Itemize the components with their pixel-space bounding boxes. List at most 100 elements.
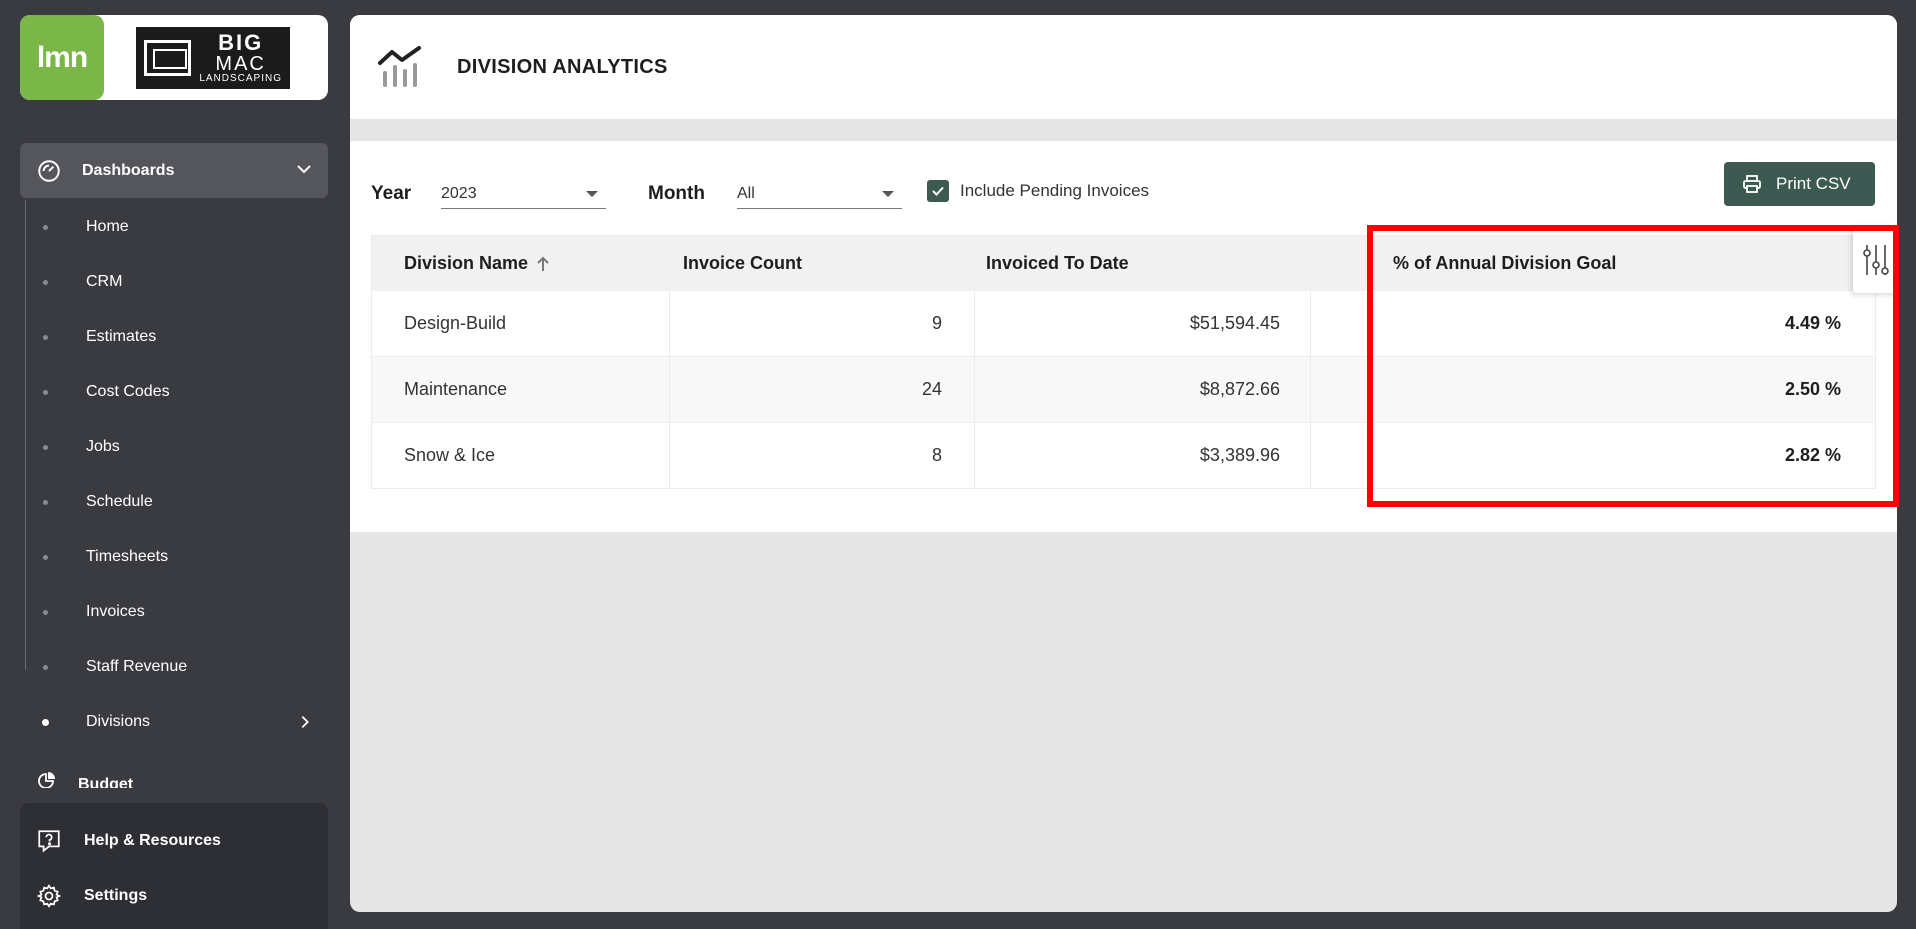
include-pending-label[interactable]: Include Pending Invoices	[960, 181, 1149, 201]
sidebar-item-schedule[interactable]: Schedule	[20, 487, 328, 517]
invoice-count-cell: 24	[921, 379, 942, 399]
sidebar-item-estimates[interactable]: Estimates	[20, 322, 328, 352]
sidebar-item-label: Dashboards	[82, 161, 175, 179]
sidebar-item-dashboards[interactable]: Dashboards	[20, 143, 328, 198]
column-settings-toggle[interactable]	[1853, 225, 1897, 293]
gauge-icon	[38, 159, 60, 182]
settings-link[interactable]: Settings	[20, 881, 147, 911]
sidebar-item-divisions[interactable]: Divisions	[20, 707, 328, 737]
column-header-invoiced-to-date[interactable]: Invoiced To Date	[986, 253, 1129, 274]
settings-label: Settings	[84, 887, 148, 904]
partner-logo-text-3: LANDSCAPING	[199, 72, 282, 84]
bullet-icon	[43, 609, 48, 615]
logo-card[interactable]: lmn BIG MAC LANDSCAPING	[20, 15, 328, 100]
sliders-icon	[1863, 245, 1889, 275]
invoiced-to-date-cell: $3,389.96	[1199, 445, 1280, 465]
sidebar-footer: Help & Resources Settings	[20, 803, 328, 929]
invoiced-to-date-cell: $51,594.45	[1189, 313, 1280, 333]
column-label: Invoice Count	[683, 253, 803, 273]
chevron-down-icon	[297, 165, 311, 174]
table-row: Snow & Ice 8 $3,389.96 2.82 %	[371, 423, 1875, 489]
annual-goal-cell: 2.50 %	[1784, 379, 1841, 399]
sidebar-item-budget[interactable]: Budget	[36, 768, 133, 788]
analytics-chart-icon	[378, 46, 421, 87]
month-select[interactable]: All	[737, 179, 902, 209]
help-icon	[38, 830, 60, 853]
caret-down-icon	[882, 191, 894, 197]
sidebar-item-label: Schedule	[86, 493, 153, 510]
year-select-value: 2023	[441, 184, 477, 202]
sort-ascending-icon	[537, 256, 549, 271]
bullet-active-icon	[42, 718, 49, 726]
partner-logo-text-1: BIG	[218, 29, 264, 55]
sidebar-item-label: CRM	[86, 273, 123, 290]
sidebar-item-crm[interactable]: CRM	[20, 267, 328, 297]
column-divider	[1310, 291, 1311, 489]
partner-logo-mark	[144, 39, 192, 76]
sidebar-item-label: Staff Revenue	[86, 658, 188, 675]
table-row: Design-Build 9 $51,594.45 4.49 %	[371, 291, 1875, 357]
printer-icon	[1743, 175, 1761, 193]
page-title: DIVISION ANALYTICS	[457, 55, 668, 78]
sidebar-item-label: Estimates	[86, 328, 157, 345]
division-name-cell: Maintenance	[404, 379, 508, 399]
invoiced-to-date-cell: $8,872.66	[1199, 379, 1280, 399]
bullet-icon	[43, 334, 48, 340]
month-select-value: All	[737, 184, 755, 202]
sidebar-item-label: Invoices	[86, 603, 145, 620]
sidebar-item-label: Budget	[78, 776, 134, 788]
caret-down-icon	[586, 191, 598, 197]
bullet-icon	[43, 224, 48, 230]
column-divider	[1372, 291, 1373, 489]
column-divider	[974, 291, 975, 489]
sidebar-item-label: Home	[86, 218, 129, 235]
sidebar-item-invoices[interactable]: Invoices	[20, 597, 328, 627]
invoice-count-cell: 8	[931, 445, 942, 465]
page-header: DIVISION ANALYTICS	[350, 15, 1897, 119]
sidebar-item-jobs[interactable]: Jobs	[20, 432, 328, 462]
sidebar-item-label: Cost Codes	[86, 383, 170, 400]
chevron-right-icon	[301, 715, 309, 729]
analytics-card: Year 2023 Month All Include Pending Invo…	[350, 141, 1897, 532]
column-divider	[669, 291, 670, 489]
lmn-logo: lmn	[20, 15, 104, 100]
checkmark-icon	[932, 186, 944, 196]
help-resources-link[interactable]: Help & Resources	[20, 826, 221, 856]
sidebar-item-staff-revenue[interactable]: Staff Revenue	[20, 652, 328, 682]
annual-goal-cell: 4.49 %	[1784, 313, 1841, 333]
sidebar-item-home[interactable]: Home	[20, 212, 328, 242]
bullet-icon	[43, 279, 48, 285]
sidebar-item-label: Jobs	[86, 438, 120, 455]
bullet-icon	[43, 444, 48, 450]
year-select[interactable]: 2023	[441, 179, 606, 209]
print-csv-button[interactable]: Print CSV	[1724, 162, 1875, 206]
annual-goal-cell: 2.82 %	[1784, 445, 1841, 465]
bullet-icon	[43, 389, 48, 395]
pie-chart-icon	[38, 772, 55, 788]
table-header: Division Name Invoice Count Invoiced To …	[371, 235, 1875, 291]
column-header-annual-goal[interactable]: % of Annual Division Goal	[1393, 253, 1616, 274]
table-row: Maintenance 24 $8,872.66 2.50 %	[371, 357, 1875, 423]
column-header-division-name[interactable]: Division Name	[404, 253, 550, 274]
column-label: % of Annual Division Goal	[1393, 253, 1617, 273]
column-label: Division Name	[404, 253, 529, 273]
column-header-invoice-count[interactable]: Invoice Count	[683, 253, 802, 274]
column-label: Invoiced To Date	[986, 253, 1129, 273]
year-label: Year	[371, 183, 412, 204]
bullet-icon	[43, 499, 48, 505]
sidebar-item-cost-codes[interactable]: Cost Codes	[20, 377, 328, 407]
help-resources-label: Help & Resources	[84, 832, 221, 849]
sidebar-item-timesheets[interactable]: Timesheets	[20, 542, 328, 572]
division-name-cell: Snow & Ice	[404, 445, 496, 465]
invoice-count-cell: 9	[931, 313, 942, 333]
print-csv-label: Print CSV	[1776, 174, 1851, 193]
division-table: Division Name Invoice Count Invoiced To …	[371, 235, 1875, 489]
main-panel: DIVISION ANALYTICS Year 2023 Month All I…	[350, 15, 1897, 912]
bullet-icon	[43, 664, 48, 670]
bullet-icon	[43, 554, 48, 560]
sidebar-item-label: Divisions	[86, 713, 151, 730]
sidebar-item-label: Timesheets	[86, 548, 169, 565]
month-label: Month	[648, 183, 705, 204]
include-pending-checkbox[interactable]	[927, 180, 949, 202]
division-name-cell: Design-Build	[404, 313, 507, 333]
